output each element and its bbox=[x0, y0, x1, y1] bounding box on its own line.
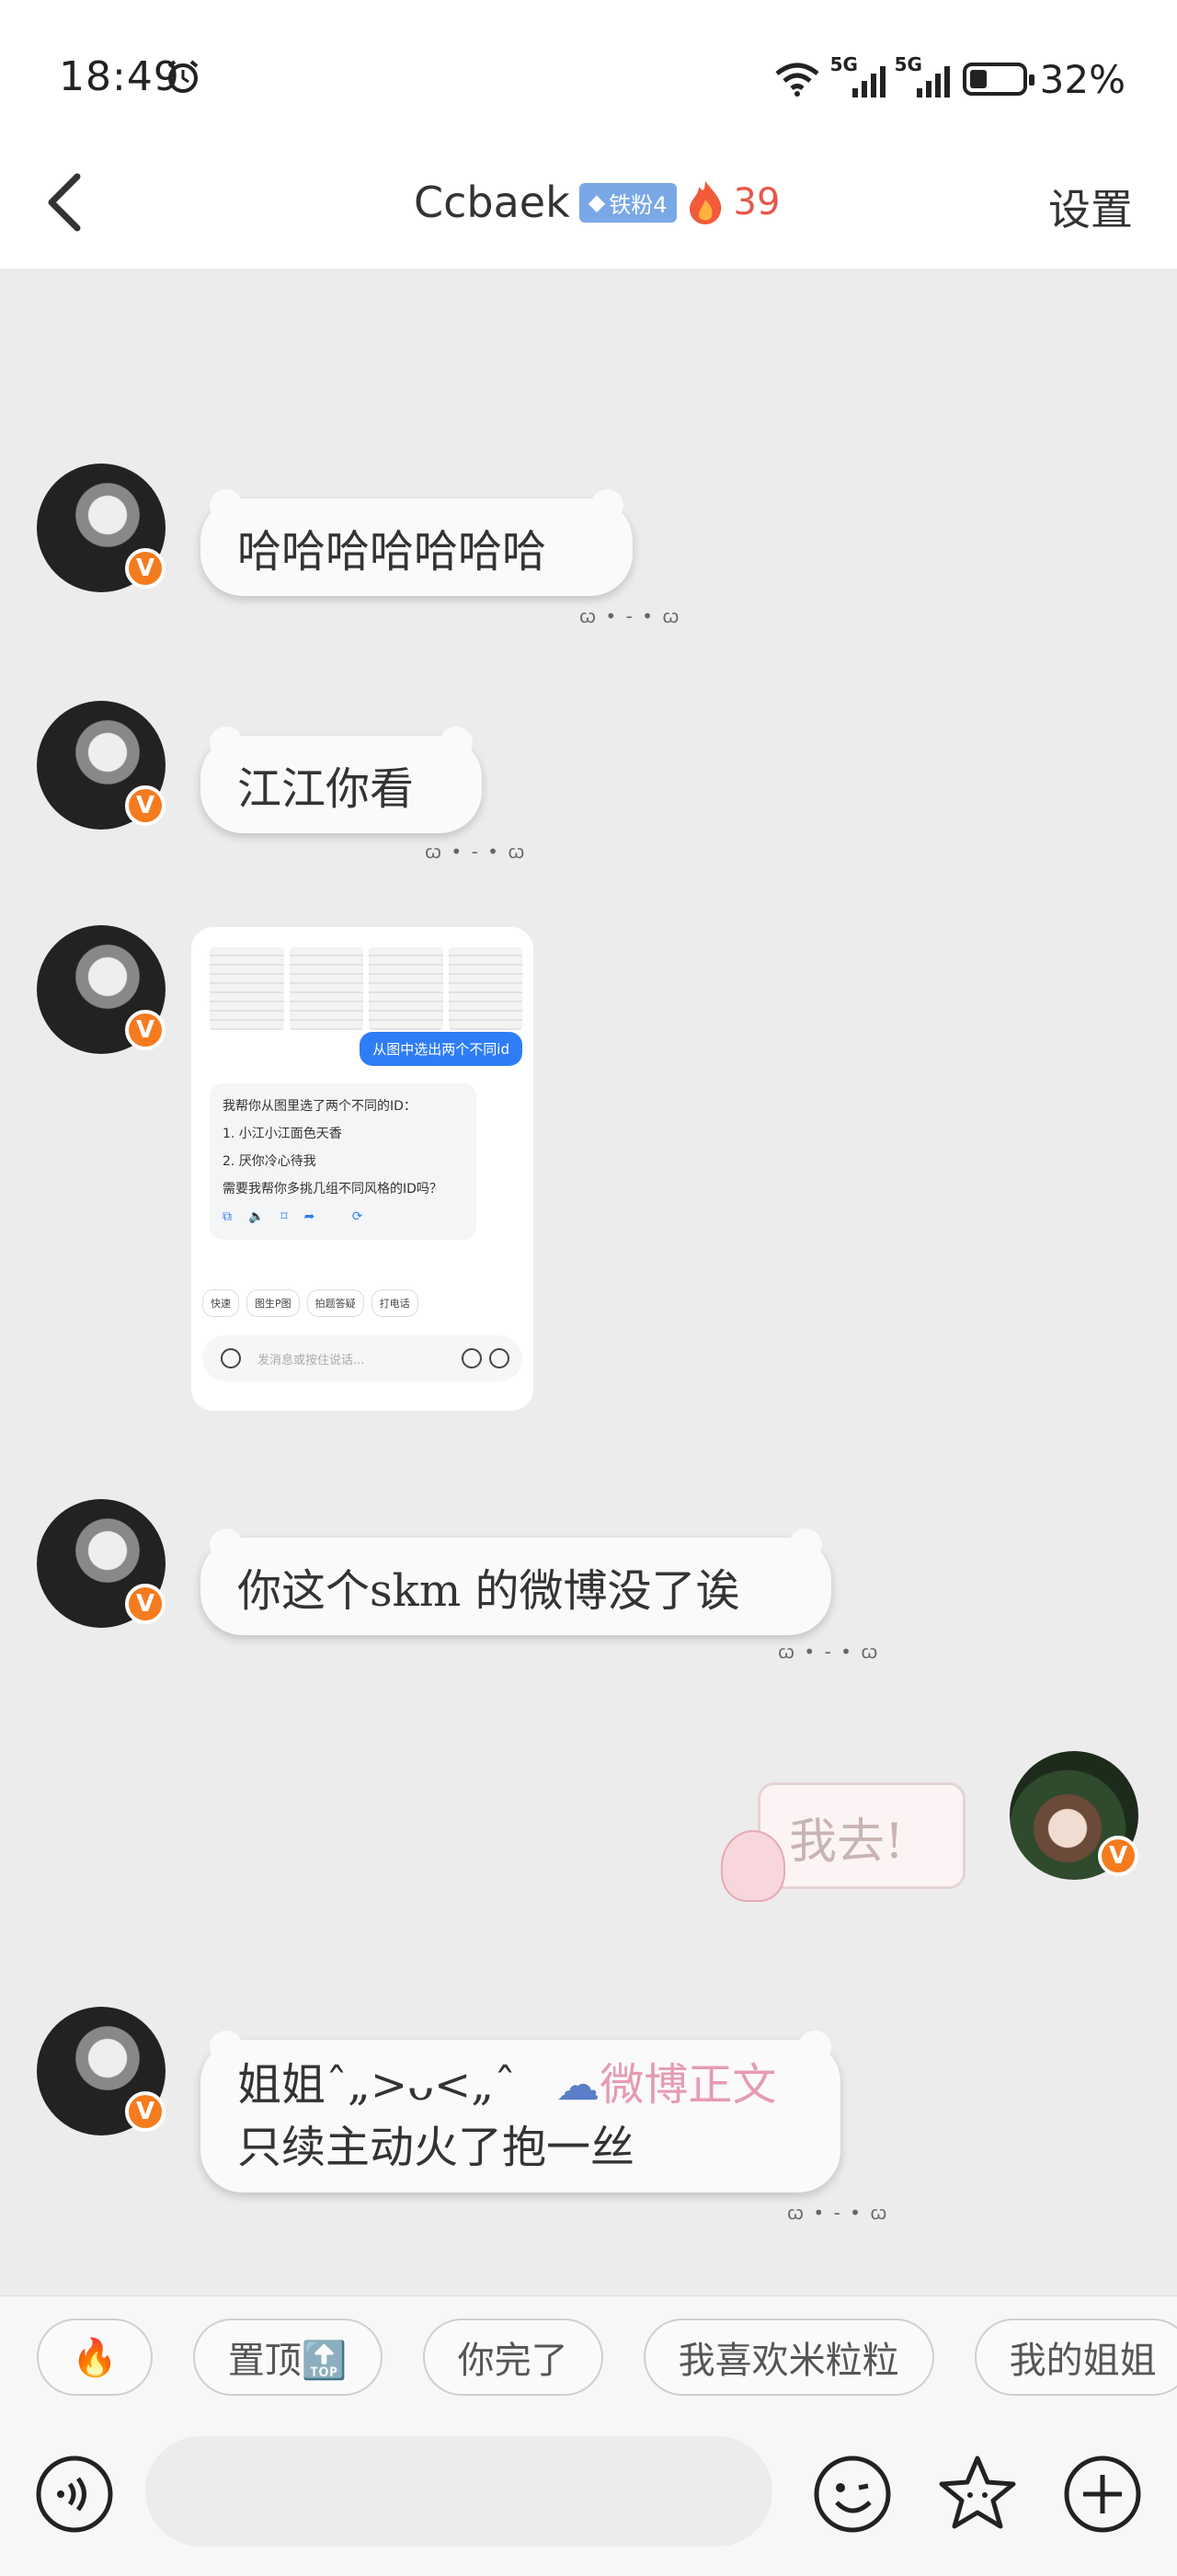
screenshot-answer: 我帮你从图里选了两个不同的ID： 1. 小江小江面色天香 2. 厌你冷心待我 需… bbox=[210, 1083, 476, 1240]
screenshot-chip: 拍题答疑 bbox=[306, 1289, 364, 1317]
network-label-2: 5G bbox=[894, 53, 922, 75]
answer-item-2: 2. 厌你冷心待我 bbox=[223, 1154, 316, 1169]
voice-icon bbox=[462, 1348, 482, 1368]
message-bubble[interactable]: 你这个skm 的微博没了诶 bbox=[200, 1528, 831, 1635]
fire-count: 39 bbox=[733, 181, 781, 223]
contact-name: Ccbaek bbox=[414, 177, 570, 227]
contact-avatar[interactable]: V bbox=[37, 701, 166, 830]
quick-reply-chip[interactable]: 🔥 bbox=[37, 2318, 153, 2396]
quick-reply-row: 🔥 置顶🔝 你完了 我喜欢米粒粒 我的姐姐 bbox=[37, 2318, 1177, 2396]
message-text: 江江你看 bbox=[237, 763, 415, 815]
answer-followup: 需要我帮你多挑几组不同风格的ID吗？ bbox=[223, 1182, 442, 1196]
message-bubble[interactable]: 姐姐ˆ„>ᴗ<„ˆ ☁微博正文 只续主动火了抱一丝 bbox=[200, 2031, 840, 2192]
status-time: 18:49 bbox=[59, 53, 180, 100]
sticker-icon[interactable] bbox=[936, 2453, 1019, 2536]
answer-item-1: 1. 小江小江面色天香 bbox=[223, 1127, 342, 1141]
message-input[interactable] bbox=[145, 2436, 772, 2547]
message-text: 你这个skm 的微博没了诶 bbox=[237, 1565, 740, 1617]
battery-icon bbox=[962, 63, 1034, 96]
diamond-icon: ◆ bbox=[588, 189, 606, 215]
bubble-decoration-icon: ꞷ • - • ꞷ bbox=[579, 605, 681, 627]
contact-avatar[interactable]: V bbox=[37, 1499, 166, 1628]
title-group[interactable]: Ccbaek ◆ 铁粉4 39 bbox=[414, 166, 780, 239]
verified-badge-icon: V bbox=[125, 548, 166, 589]
message-text: 哈哈哈哈哈哈哈 bbox=[237, 526, 547, 578]
status-bar: 18:49 5G 5G 32% bbox=[0, 0, 1177, 138]
screenshot-chip: 图生P图 bbox=[246, 1289, 300, 1317]
message-bubble[interactable]: 江江你看 bbox=[200, 727, 482, 833]
signal-icon-2: 5G bbox=[895, 53, 950, 97]
my-avatar[interactable]: V bbox=[1010, 1751, 1138, 1880]
answer-actions-icons: ⧉🔈⌑➦ ⟳ bbox=[223, 1209, 380, 1224]
plus-icon[interactable] bbox=[1063, 2455, 1142, 2534]
verified-badge-icon: V bbox=[1098, 1836, 1138, 1876]
verified-badge-icon: V bbox=[125, 1010, 166, 1050]
contact-avatar[interactable]: V bbox=[37, 464, 166, 592]
screenshot-chip: 快速 bbox=[202, 1289, 239, 1317]
voice-icon[interactable] bbox=[35, 2455, 114, 2534]
quick-reply-chip[interactable]: 我的姐姐 bbox=[974, 2318, 1177, 2396]
fire-icon bbox=[689, 181, 721, 224]
battery-percent: 32% bbox=[1039, 56, 1126, 102]
bottom-bar: 🔥 置顶🔝 你完了 我喜欢米粒粒 我的姐姐 bbox=[0, 2296, 1177, 2576]
verified-badge-icon: V bbox=[125, 1584, 166, 1624]
bubble-decoration-icon: ꞷ • - • ꞷ bbox=[425, 841, 527, 863]
quick-reply-chip[interactable]: 我喜欢米粒粒 bbox=[643, 2318, 934, 2396]
screenshot-input: 发消息或按住说话... bbox=[202, 1335, 522, 1381]
alarm-icon bbox=[167, 60, 199, 93]
sticker-message[interactable]: 我去! bbox=[721, 1758, 984, 1906]
bubble-decoration-icon: ꞷ • - • ꞷ bbox=[787, 2202, 889, 2224]
weibo-post-link[interactable]: 微博正文 bbox=[600, 2059, 776, 2111]
verified-badge-icon: V bbox=[125, 785, 166, 826]
wifi-icon bbox=[775, 63, 819, 97]
message-line-2: 只续主动火了抱一丝 bbox=[237, 2122, 635, 2173]
screenshot-placeholder: 发消息或按住说话... bbox=[257, 1353, 365, 1368]
screenshot-chip: 打电话 bbox=[371, 1289, 418, 1317]
cloud-icon: ☁ bbox=[555, 2059, 600, 2111]
message-bubble[interactable]: 哈哈哈哈哈哈哈 bbox=[200, 489, 633, 596]
contact-avatar[interactable]: V bbox=[37, 925, 166, 1054]
message-line-1: 姐姐ˆ„>ᴗ<„ˆ ☁微博正文 bbox=[237, 2054, 776, 2116]
input-toolbar bbox=[0, 2436, 1177, 2556]
fan-badge-label: 铁粉4 bbox=[609, 191, 668, 218]
signal-icon-1: 5G bbox=[830, 53, 886, 97]
cartoon-girl-icon bbox=[721, 1830, 785, 1902]
screenshot-question: 从图中选出两个不同id bbox=[360, 1032, 522, 1066]
quick-reply-chip[interactable]: 置顶🔝 bbox=[192, 2318, 383, 2396]
screenshot-thumbnails bbox=[210, 947, 522, 1030]
plus-icon bbox=[489, 1348, 509, 1368]
quick-reply-chip[interactable]: 你完了 bbox=[422, 2318, 603, 2396]
network-label-1: 5G bbox=[829, 53, 858, 75]
settings-button[interactable]: 设置 bbox=[1048, 177, 1133, 237]
verified-badge-icon: V bbox=[125, 2091, 166, 2132]
screenshot-chips: 快速 图生P图 拍题答疑 打电话 bbox=[202, 1289, 418, 1317]
chat-header: Ccbaek ◆ 铁粉4 39 设置 bbox=[0, 138, 1177, 269]
message-text: 姐姐ˆ„>ᴗ<„ˆ bbox=[237, 2059, 517, 2111]
camera-icon bbox=[221, 1348, 241, 1368]
fan-badge: ◆ 铁粉4 bbox=[578, 182, 677, 223]
answer-intro: 我帮你从图里选了两个不同的ID： bbox=[223, 1099, 417, 1114]
emoji-icon[interactable] bbox=[813, 2455, 892, 2534]
image-message[interactable]: 从图中选出两个不同id 我帮你从图里选了两个不同的ID： 1. 小江小江面色天香… bbox=[191, 927, 533, 1411]
contact-avatar[interactable]: V bbox=[37, 2007, 166, 2135]
sticker-text: 我去! bbox=[789, 1815, 904, 1870]
bubble-decoration-icon: ꞷ • - • ꞷ bbox=[778, 1641, 880, 1663]
back-arrow-icon[interactable] bbox=[37, 166, 101, 239]
status-right: 5G 5G 32% bbox=[773, 52, 1126, 107]
